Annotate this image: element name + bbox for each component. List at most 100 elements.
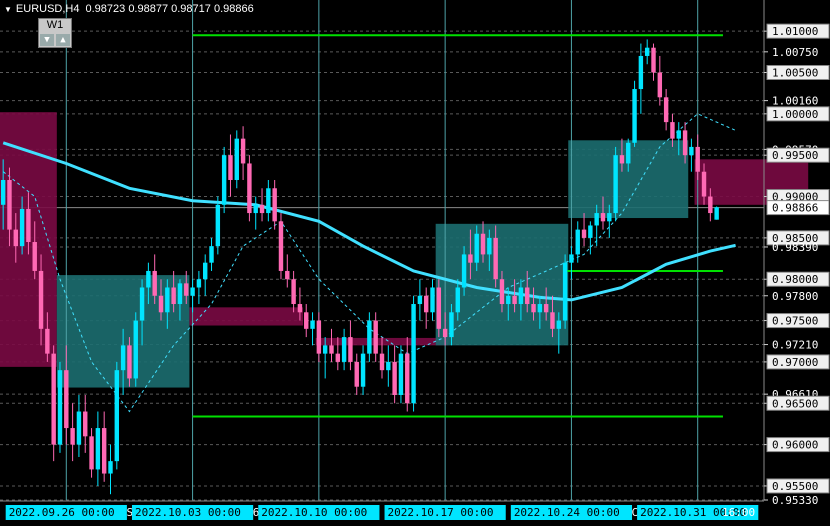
candle-body — [708, 196, 713, 214]
candle-body — [127, 345, 132, 379]
price-tick-label: 1.01000 — [772, 25, 818, 38]
candle-body — [613, 155, 618, 214]
candle-body — [95, 428, 101, 470]
candle-body — [19, 208, 25, 247]
candle-body — [83, 411, 88, 437]
candle-body — [76, 411, 82, 445]
candle-body — [297, 304, 303, 313]
time-label: 2022.10.17 00:00 — [388, 506, 494, 519]
candle-body — [461, 254, 467, 288]
candle-body — [278, 221, 284, 271]
candle-body — [575, 229, 580, 255]
candle-body — [550, 312, 555, 329]
candle-body — [57, 370, 63, 445]
price-tick-label: 1.00000 — [772, 108, 818, 121]
candle-body — [442, 328, 448, 338]
candle-body — [146, 270, 151, 288]
candle-body — [714, 207, 719, 220]
candle-body — [196, 279, 202, 288]
chart-background — [0, 0, 830, 526]
candle-body — [7, 179, 12, 230]
candle-body — [398, 353, 404, 395]
chart-header: ▼ EURUSD,H4 0.98723 0.98877 0.98717 0.9886… — [4, 3, 254, 15]
price-tick-label: 0.97210 — [772, 339, 818, 352]
candle-body — [341, 337, 347, 362]
candle-body — [209, 246, 214, 263]
candle-body — [158, 295, 164, 313]
candle-body — [455, 287, 460, 313]
candle-body — [493, 237, 498, 280]
candle-body — [247, 163, 252, 214]
candle-body — [114, 370, 120, 462]
candle-body — [89, 436, 94, 470]
candle-body — [304, 312, 309, 329]
candle-body — [70, 428, 75, 445]
candle-body — [644, 47, 650, 56]
time-label: 2022.10.24 00:00 — [514, 506, 620, 519]
candle-body — [518, 287, 524, 305]
candle-body — [272, 188, 277, 222]
current-price-label: 0.98866 — [772, 202, 818, 215]
candle-body — [474, 233, 479, 263]
price-tick-label: 0.98000 — [772, 273, 818, 286]
candle-body — [171, 287, 176, 305]
candle-body — [259, 204, 265, 214]
candle-body — [240, 138, 246, 164]
candle-body — [689, 146, 694, 156]
time-label: 16:00 — [722, 506, 755, 519]
candle-body — [480, 233, 486, 255]
candle-body — [202, 262, 208, 280]
candle-body — [499, 279, 505, 305]
price-chart[interactable]: 1.01000 1.00750 1.00500 1.001601.00000 0.995… — [0, 0, 830, 526]
candle-body — [32, 242, 37, 271]
candle-body — [51, 353, 56, 445]
candle-body — [310, 320, 315, 329]
candle-body — [392, 361, 397, 395]
candle-body — [619, 155, 625, 164]
candle-body — [449, 312, 454, 338]
candle-body — [165, 287, 170, 313]
candle-body — [436, 287, 442, 329]
price-tick-label: 1.00160 — [772, 95, 818, 108]
price-tick-label: 0.96000 — [772, 439, 818, 452]
candle-body — [543, 304, 549, 313]
candle-body — [177, 283, 183, 305]
candle-body — [101, 428, 107, 474]
candle-body — [657, 72, 663, 98]
timeframe-switch[interactable]: W1 ▼ ▲ — [38, 18, 72, 48]
candle-body — [234, 138, 239, 180]
candle-body — [285, 270, 290, 280]
symbol-timeframe: EURUSD,H4 — [15, 3, 80, 15]
candle-body — [348, 337, 353, 362]
candle-body — [367, 320, 372, 354]
price-tick-label: 1.00750 — [772, 46, 818, 59]
candle-body — [360, 353, 366, 387]
dropdown-triangle-icon[interactable]: ▼ — [4, 5, 12, 14]
time-label: 2022.10.03 00:00 — [135, 506, 241, 519]
candle-body — [405, 353, 410, 404]
time-label: 2022.09.26 00:00 — [9, 506, 115, 519]
candle-body — [556, 320, 562, 329]
price-tick-label: 0.95330 — [772, 494, 818, 507]
candle-body — [316, 320, 322, 354]
candle-body — [291, 279, 296, 305]
candle-body — [26, 208, 31, 243]
price-tick-label: 0.97800 — [772, 290, 818, 303]
candle-body — [626, 142, 631, 164]
candle-body — [13, 229, 18, 247]
up-arrow-icon[interactable]: ▲ — [56, 34, 70, 46]
candle-body — [215, 204, 221, 247]
candle-body — [632, 89, 637, 143]
candle-body — [581, 229, 587, 238]
candle-body — [487, 237, 492, 255]
candle-body — [423, 295, 429, 313]
candle-body — [38, 270, 44, 329]
candle-body — [638, 55, 644, 90]
price-tick-label: 0.98390 — [772, 241, 818, 254]
candle-body — [525, 287, 530, 305]
candle-body — [537, 304, 543, 313]
candle-body — [354, 361, 359, 387]
time-label: 2022.10.10 00:00 — [261, 506, 367, 519]
zone-box — [189, 307, 304, 326]
down-arrow-icon[interactable]: ▼ — [40, 34, 54, 46]
